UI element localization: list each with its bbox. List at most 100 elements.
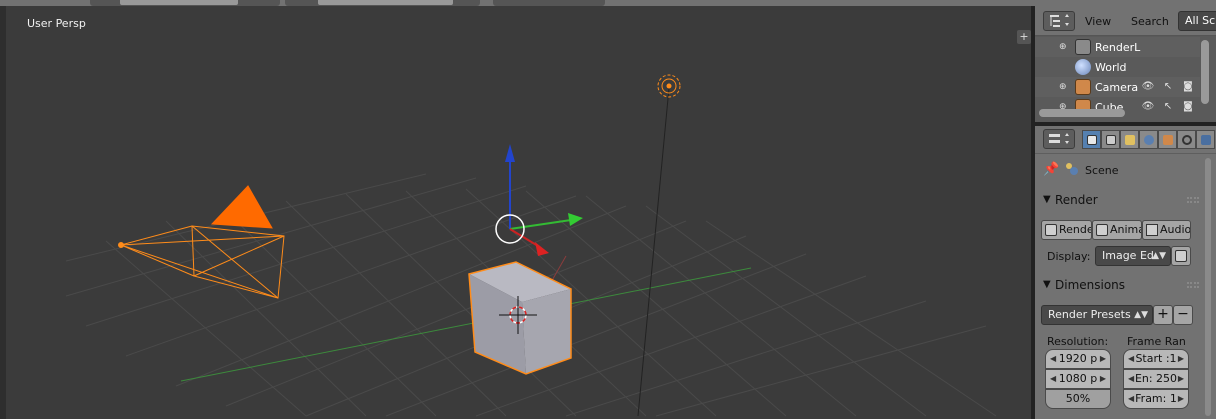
lock-interface-button[interactable]: [1171, 246, 1191, 266]
pin-icon[interactable]: 📌: [1043, 162, 1059, 177]
outliner-item-label: RenderL: [1095, 41, 1141, 54]
outliner-header: View Search All Sc: [1035, 6, 1216, 36]
increment-arrow-icon[interactable]: ▶: [1178, 370, 1184, 388]
remove-preset-button[interactable]: −: [1173, 305, 1193, 325]
resolution-percentage-slider[interactable]: 50%: [1045, 389, 1111, 409]
toggle-sidebar-plus-button[interactable]: +: [1017, 30, 1031, 44]
properties-vertical-scrollbar[interactable]: [1205, 158, 1211, 416]
dimensions-panel-header[interactable]: ▼ Dimensions: [1039, 275, 1199, 297]
lock-icon: [1175, 250, 1187, 262]
scene-icon: [1066, 163, 1078, 175]
outliner-item-label: Camera: [1095, 81, 1139, 94]
render-panel-header[interactable]: ▼ Render: [1039, 190, 1199, 212]
render-layers-icon: [1075, 39, 1091, 55]
minus-icon: −: [1177, 306, 1189, 322]
viewport-scene[interactable]: [6, 6, 1031, 419]
decrement-arrow-icon[interactable]: ◀: [1128, 350, 1134, 368]
decrement-arrow-icon[interactable]: ◀: [1128, 370, 1134, 388]
constraints-tab-icon: [1182, 135, 1192, 145]
decrement-arrow-icon[interactable]: ◀: [1050, 370, 1056, 388]
frame-end-field[interactable]: ◀ En: 250 ▶: [1123, 369, 1189, 389]
menu-view[interactable]: View: [1085, 15, 1111, 28]
panel-collapse-icon: ▼: [1043, 194, 1051, 205]
display-dropdown[interactable]: Image Ed ▲▼: [1095, 246, 1171, 266]
render-camera-icon[interactable]: ◙: [1181, 100, 1195, 114]
selectable-cursor-icon[interactable]: ↖: [1161, 100, 1175, 114]
view-label: User Persp: [27, 17, 86, 30]
expand-icon[interactable]: ⊕: [1059, 83, 1067, 92]
expand-icon[interactable]: ⊕: [1059, 43, 1067, 52]
header-input-right[interactable]: [318, 0, 453, 5]
outliner-row[interactable]: ⊕ RenderL: [1035, 37, 1200, 57]
properties-editor-icon: [1049, 133, 1069, 144]
render-audio-button[interactable]: Audio: [1142, 220, 1191, 240]
panel-drag-handle[interactable]: [1187, 282, 1199, 288]
resolution-x-field[interactable]: ◀ 1920 p ▶: [1045, 349, 1111, 369]
panel-title: Render: [1055, 193, 1098, 207]
tab-world[interactable]: [1139, 130, 1158, 149]
increment-arrow-icon[interactable]: ▶: [1178, 390, 1184, 408]
dropdown-arrows-icon: ▲▼: [1152, 251, 1166, 261]
lamp-line: [637, 87, 670, 417]
context-path: 📌 Scene: [1043, 160, 1203, 180]
panel-title: Dimensions: [1055, 278, 1126, 292]
plus-icon: +: [1157, 306, 1169, 322]
transform-manipulator[interactable]: [495, 144, 583, 256]
blender-window: User Persp + View Search All Sc ⊕ Render…: [0, 0, 1216, 419]
properties-editor[interactable]: 📌 Scene ▼ Render Rende Anima Audio Displ…: [1035, 126, 1216, 419]
decrement-arrow-icon[interactable]: ◀: [1128, 390, 1134, 408]
resolution-label: Resolution:: [1047, 335, 1109, 348]
object-tab-icon: [1163, 135, 1173, 145]
selectable-cursor-icon[interactable]: ↖: [1161, 80, 1175, 94]
editor-type-button[interactable]: [1043, 11, 1075, 31]
add-preset-button[interactable]: +: [1153, 305, 1173, 325]
3d-viewport[interactable]: User Persp +: [0, 6, 1031, 419]
render-layers-tab-icon: [1106, 135, 1116, 145]
editor-type-button[interactable]: [1043, 129, 1075, 149]
tab-modifiers[interactable]: [1196, 130, 1215, 149]
y-axis-line: [180, 267, 752, 382]
render-animation-icon: [1096, 224, 1108, 236]
resolution-y-field[interactable]: ◀ 1080 p ▶: [1045, 369, 1111, 389]
tab-render[interactable]: [1082, 130, 1101, 149]
properties-header: [1035, 126, 1216, 154]
tab-constraints[interactable]: [1177, 130, 1196, 149]
render-presets-dropdown[interactable]: Render Presets ▲▼: [1041, 305, 1153, 325]
increment-arrow-icon[interactable]: ▶: [1100, 370, 1106, 388]
frame-step-field[interactable]: ◀ Fram: 1 ▶: [1123, 389, 1189, 409]
scene-tab-icon: [1125, 135, 1135, 145]
outliner-row[interactable]: ⊕ Camera 👁 ↖ ◙: [1035, 77, 1200, 97]
outliner-horizontal-scrollbar[interactable]: [1039, 109, 1125, 117]
frame-start-field[interactable]: ◀ Start :1 ▶: [1123, 349, 1189, 369]
world-icon: [1075, 59, 1091, 75]
cube-object[interactable]: [468, 261, 572, 375]
header-input-left[interactable]: [120, 0, 238, 5]
panel-drag-handle[interactable]: [1187, 197, 1199, 203]
lamp-object[interactable]: [657, 74, 681, 98]
wrench-icon: [1201, 135, 1211, 145]
increment-arrow-icon[interactable]: ▶: [1100, 350, 1106, 368]
tab-scene[interactable]: [1120, 130, 1139, 149]
tab-render-layers[interactable]: [1101, 130, 1120, 149]
render-animation-button[interactable]: Anima: [1092, 220, 1142, 240]
outliner-vertical-scrollbar[interactable]: [1201, 40, 1209, 104]
visibility-eye-icon[interactable]: 👁: [1141, 100, 1155, 114]
outliner-item-label: World: [1095, 61, 1127, 74]
outliner-editor[interactable]: View Search All Sc ⊕ RenderL World ⊕ Cam…: [1035, 6, 1216, 122]
tab-object[interactable]: [1158, 130, 1177, 149]
panel-collapse-icon: ▼: [1043, 279, 1051, 290]
outliner-editor-icon: [1050, 14, 1069, 27]
render-still-icon: [1045, 224, 1057, 236]
display-mode-dropdown[interactable]: All Sc: [1178, 11, 1216, 31]
render-camera-icon[interactable]: ◙: [1181, 80, 1195, 94]
outliner-row[interactable]: World: [1035, 57, 1200, 77]
increment-arrow-icon[interactable]: ▶: [1178, 350, 1184, 368]
dropdown-arrows-icon: ▲▼: [1134, 310, 1148, 320]
world-tab-icon: [1144, 135, 1154, 145]
decrement-arrow-icon[interactable]: ◀: [1050, 350, 1056, 368]
menu-search[interactable]: Search: [1131, 15, 1169, 28]
scene-label: Scene: [1085, 164, 1119, 177]
display-label: Display:: [1047, 250, 1091, 263]
visibility-eye-icon[interactable]: 👁: [1141, 80, 1155, 94]
render-image-button[interactable]: Rende: [1041, 220, 1092, 240]
